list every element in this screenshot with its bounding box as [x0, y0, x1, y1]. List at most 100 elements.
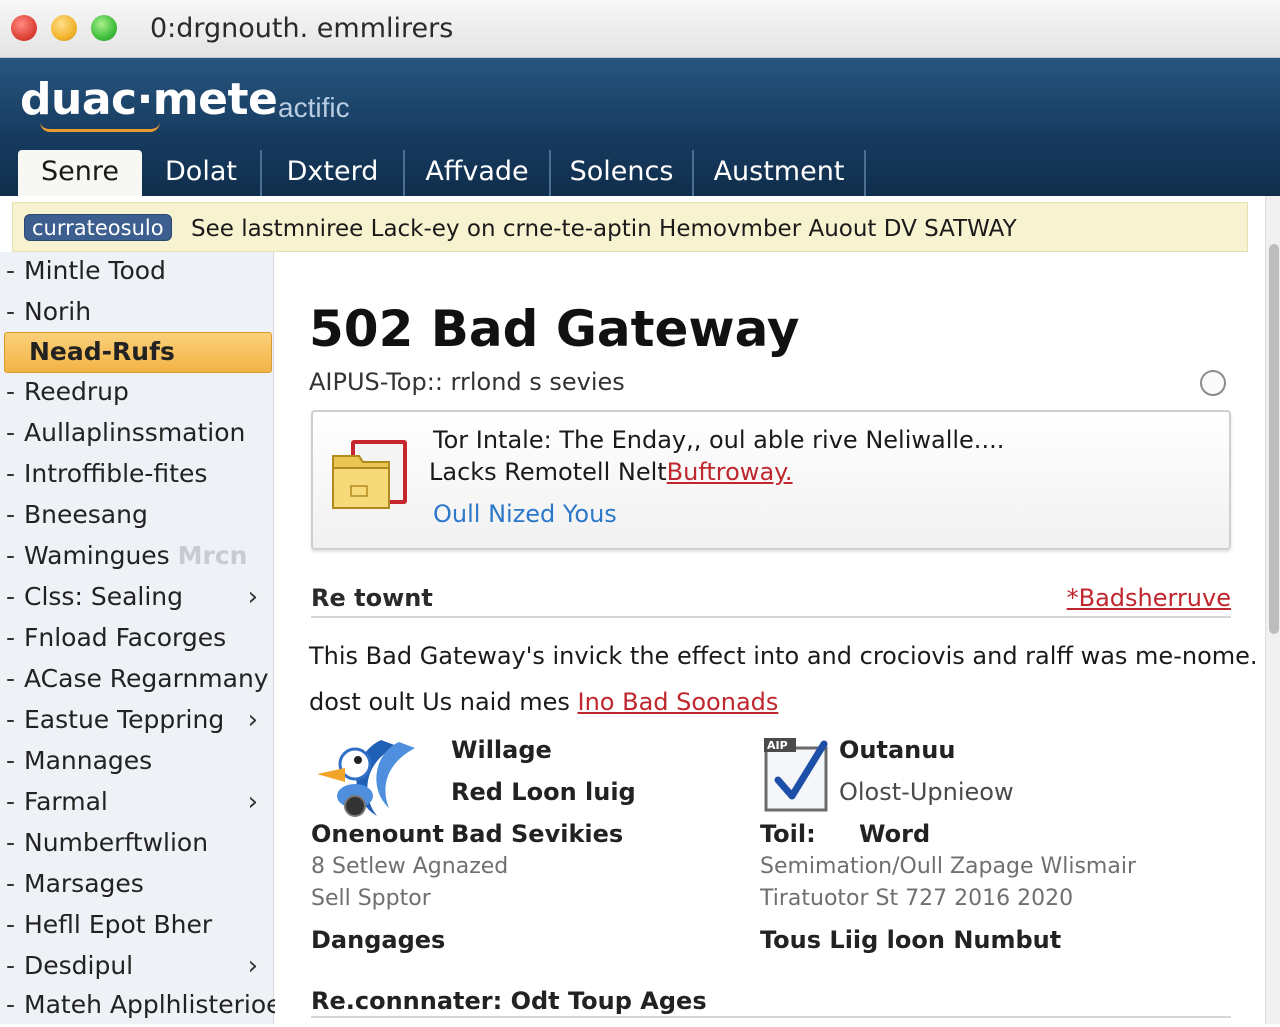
window-title: 0:drgnouth. emmlirers [150, 13, 454, 44]
sidebar-item-label: Hefll Epot Bher [24, 910, 213, 939]
sidebar-item[interactable]: Mintle Tood [0, 252, 272, 293]
sidebar-item-label: Introffible-fites [24, 459, 208, 488]
info-right-value: Word [859, 820, 931, 848]
vertical-scrollbar[interactable] [1265, 196, 1280, 1024]
sidebar-item[interactable]: Introffible-fites [0, 455, 272, 496]
logo-swoosh [40, 122, 160, 132]
tab-austment[interactable]: Austment [694, 150, 866, 196]
sidebar-item[interactable]: Eastue Teppring › [0, 701, 272, 742]
info-right-label: Toil: [760, 820, 816, 848]
sidebar-item[interactable]: Desdipul › [0, 947, 272, 988]
radio-button[interactable] [1200, 370, 1226, 396]
sidebar-item-label: Numberftwlion [24, 828, 209, 857]
sidebar-item-label: Fnload Facorges [24, 623, 227, 652]
tab-senre[interactable]: Senre [18, 150, 142, 196]
info-left-detail: Sell Spptor [311, 886, 431, 911]
info-right-badge: AIP [767, 739, 788, 752]
section-title: Re townt [311, 584, 433, 612]
sidebar-item[interactable]: Mannages [0, 742, 272, 783]
sidebar-item-label: Farmal [24, 787, 108, 816]
notice-text: See lastmniree Lack-ey on crne-te-aptin … [191, 216, 1017, 242]
main-tabs: Senre Dolat Dxterd Affvade Solencs Austm… [0, 150, 1280, 196]
sidebar-item-label: Nead-Rufs [29, 337, 175, 366]
sidebar-item-label: Desdipul [24, 951, 134, 980]
minimize-window-button[interactable] [51, 15, 77, 41]
zoom-window-button[interactable] [91, 15, 117, 41]
sidebar-item-label: Mannages [24, 746, 153, 775]
sidebar-item-label: Wamingues [24, 541, 170, 570]
notice-bar: currateosulo See lastmniree Lack-ey on c… [12, 202, 1248, 252]
sidebar-item-label: Mateh Applhlisterioe [24, 990, 282, 1019]
card-message: Tor Intale: The Enday,, oul able rive Ne… [433, 426, 1005, 454]
sidebar-item[interactable]: Aullaplinssmation [0, 414, 272, 455]
chevron-right-icon: › [247, 582, 258, 612]
sidebar-item-label: ACase Regarnmany [24, 664, 269, 693]
sidebar-item[interactable]: Marsages [0, 865, 272, 906]
sidebar-item[interactable]: Reedrup [0, 373, 272, 414]
card-action-link[interactable]: Oull Nized Yous [433, 500, 617, 528]
description-line: dost oult Us naid mes Ino Bad Soonads [309, 688, 778, 716]
sidebar-item-label: Clss: Sealing [24, 582, 183, 611]
divider [311, 1016, 1231, 1018]
info-right-detail: Tiratuotor St 727 2016 2020 [760, 886, 1074, 911]
sidebar-item[interactable]: Numberftwlion [0, 824, 272, 865]
info-left-value: Bad Sevikies [451, 820, 624, 848]
sidebar-item-label: Reedrup [24, 377, 129, 406]
info-left-title: Willage [451, 736, 552, 764]
page-subtitle: AIPUS-Top:: rrlond s sevies [309, 368, 625, 396]
chevron-right-icon: › [247, 787, 258, 817]
sidebar-item[interactable]: ACase Regarnmany [0, 660, 272, 701]
tab-solencs[interactable]: Solencs [551, 150, 694, 196]
sidebar-item[interactable]: Hefll Epot Bher [0, 906, 272, 947]
tab-affvade[interactable]: Affvade [405, 150, 551, 196]
sidebar-item-label: Aullaplinssmation [24, 418, 246, 447]
sidebar-item-faded-text: Mrcn [177, 541, 248, 570]
notice-badge[interactable]: currateosulo [24, 214, 172, 241]
sidebar-item-label: Eastue Teppring [24, 705, 225, 734]
info-left-subtitle: Red Loon luig [451, 778, 636, 806]
sidebar-item[interactable]: Farmal › [0, 783, 272, 824]
card-detail: Lacks Remotell NeltBuftroway. [429, 458, 793, 486]
sidebar-item[interactable]: Clss: Sealing › [0, 578, 272, 619]
sidebar-item[interactable]: Norih [0, 293, 272, 334]
info-left-footer: Dangages [311, 926, 446, 954]
sidebar-item[interactable]: Fnload Facorges [0, 619, 272, 660]
site-logo[interactable]: duac·mete [20, 74, 278, 125]
main-content: 502 Bad Gateway AIPUS-Top:: rrlond s sev… [275, 252, 1265, 1024]
description-link[interactable]: Ino Bad Soonads [578, 688, 779, 716]
tab-dolat[interactable]: Dolat [142, 150, 262, 196]
card-detail-text: Lacks Remotell Nelt [429, 458, 667, 486]
card-detail-link[interactable]: Buftroway. [667, 458, 793, 486]
sidebar-item-active[interactable]: Nead-Rufs [4, 332, 272, 373]
window-titlebar: 0:drgnouth. emmlirers [0, 0, 1280, 58]
section-link[interactable]: *Badsherruve [1067, 584, 1231, 612]
folder-icon [332, 440, 407, 509]
description-text: dost oult Us naid mes [309, 688, 578, 716]
sidebar-item-label: Bneesang [24, 500, 148, 529]
site-header: duac·mete actific Senre Dolat Dxterd Aff… [0, 58, 1280, 196]
info-right-footer: Tous Liig loon Numbut [760, 926, 1062, 954]
page-title: 502 Bad Gateway [309, 300, 800, 358]
scrollbar-thumb[interactable] [1269, 244, 1279, 634]
chevron-right-icon: › [247, 951, 258, 981]
description-line: This Bad Gateway's invick the effect int… [309, 642, 1258, 670]
sidebar-item-label: Norih [24, 297, 92, 326]
sidebar-item[interactable]: Wamingues Mrcn [0, 537, 272, 578]
info-left-label: Onenount [311, 820, 444, 848]
info-right-subtitle: Olost-Upnieow [839, 778, 1014, 806]
sidebar-item-label: Mintle Tood [24, 256, 166, 285]
gateway-app-icon [317, 740, 415, 817]
tab-dxterd[interactable]: Dxterd [262, 150, 405, 196]
info-right-detail: Semimation/Oull Zapage Wlismair [760, 854, 1136, 879]
chevron-right-icon: › [247, 705, 258, 735]
section-header: Re townt *Badsherruve [311, 582, 1231, 618]
logo-subtitle: actific [278, 92, 350, 123]
sidebar: Mintle Tood Norih Nead-Rufs Reedrup Aull… [0, 252, 282, 1027]
sidebar-item[interactable]: Mateh Applhlisterioe [0, 986, 282, 1027]
sidebar-item-label: Marsages [24, 869, 144, 898]
sidebar-item[interactable]: Bneesang [0, 496, 272, 537]
bottom-heading: Re.connnater: Odt Toup Ages [311, 987, 707, 1015]
info-left-detail: 8 Setlew Agnazed [311, 854, 509, 879]
error-card: Tor Intale: The Enday,, oul able rive Ne… [311, 410, 1231, 550]
close-window-button[interactable] [11, 15, 37, 41]
